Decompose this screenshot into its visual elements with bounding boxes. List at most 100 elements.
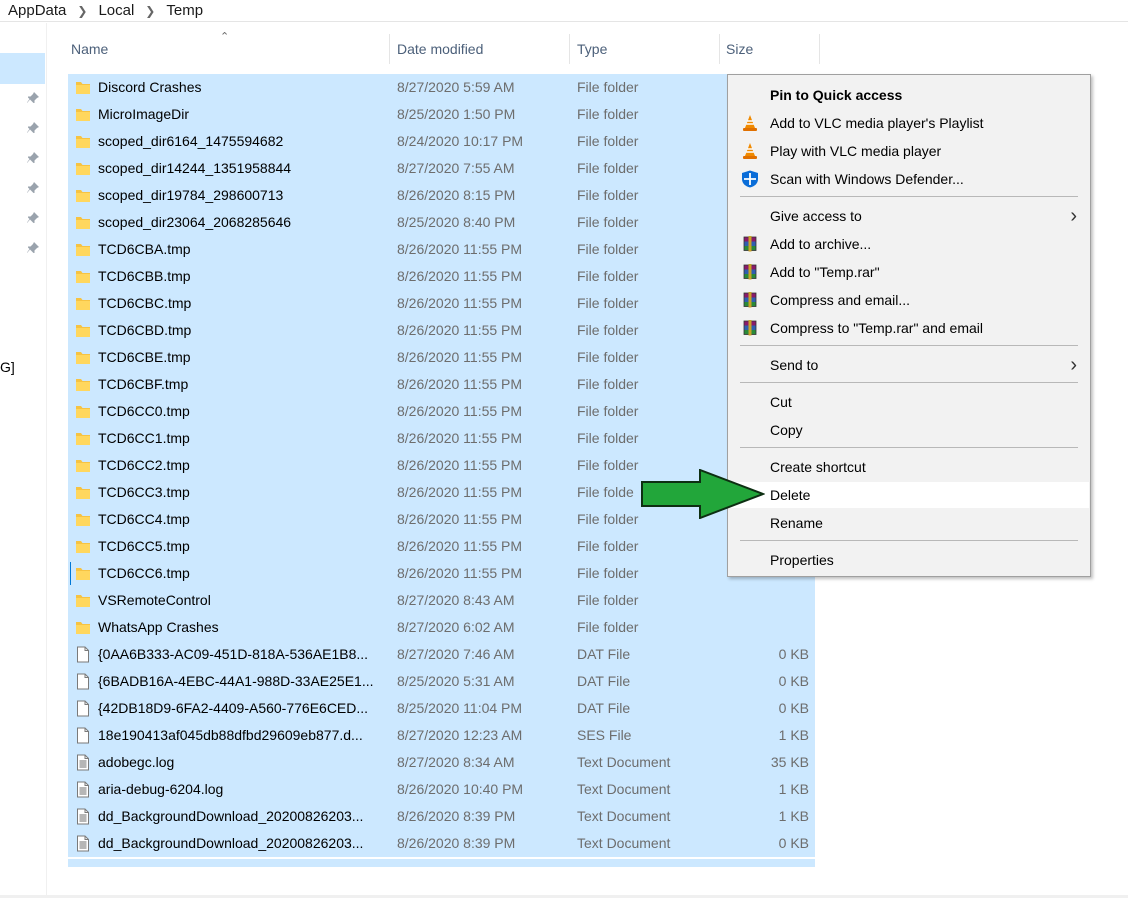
file-row[interactable]: 18e190413af045db88dfbd29609eb877.d... 8/2… [68, 722, 815, 749]
menu-item-create-shortcut[interactable]: Create shortcut [729, 454, 1089, 480]
menu-item-label: Send to [770, 357, 819, 373]
file-row[interactable]: Discord Crashes 8/27/2020 5:59 AM File fol… [68, 74, 815, 101]
file-row[interactable]: TCD6CBF.tmp 8/26/2020 11:55 PM File folder [68, 371, 815, 398]
file-row[interactable]: dd_BackgroundDownload_20200826203... 8/26… [68, 803, 815, 830]
nav-selected-item[interactable] [0, 53, 45, 84]
file-name: adobegc.log [98, 754, 175, 770]
file-type: File folder [577, 430, 639, 446]
file-date: 8/26/2020 11:55 PM [397, 484, 523, 500]
menu-item-label: Create shortcut [770, 459, 866, 475]
file-row[interactable]: TCD6CC1.tmp 8/26/2020 11:55 PM File folder [68, 425, 815, 452]
column-header-name-label: Name [71, 41, 109, 57]
folder-icon [75, 538, 91, 555]
menu-item-delete[interactable]: Delete [729, 482, 1089, 508]
file-type: DAT File [577, 646, 631, 662]
menu-item-copy[interactable]: Copy [729, 417, 1089, 443]
file-name: TCD6CBF.tmp [98, 376, 189, 392]
file-row[interactable]: MicroImageDir 8/25/2020 1:50 PM File folde… [68, 101, 815, 128]
file-row[interactable]: scoped_dir14244_1351958844 8/27/2020 7:55… [68, 155, 815, 182]
menu-item-label: Add to "Temp.rar" [770, 264, 880, 280]
file-row[interactable]: aria-debug-6204.log 8/26/2020 10:40 PM Tex… [68, 776, 815, 803]
column-header-type-label: Type [577, 41, 608, 57]
nav-item-label-fragment[interactable]: G] [0, 359, 15, 375]
menu-item-give-access-to[interactable]: Give access to › [729, 203, 1089, 229]
column-header-size[interactable]: Size [722, 34, 819, 64]
file-row[interactable]: scoped_dir19784_298600713 8/26/2020 8:15 … [68, 182, 815, 209]
chevron-right-icon[interactable]: ❯ [136, 4, 164, 18]
menu-separator [740, 540, 1078, 541]
pin-icon [27, 122, 39, 133]
file-date: 8/26/2020 11:55 PM [397, 538, 523, 554]
menu-item-rename[interactable]: Rename [729, 510, 1089, 536]
chevron-right-icon[interactable]: ❯ [68, 4, 96, 18]
menu-item-pin-to-quick-access[interactable]: Pin to Quick access [729, 82, 1089, 108]
file-type: File folder [577, 403, 639, 419]
file-type: Text Document [577, 781, 671, 797]
file-row[interactable]: WhatsApp Crashes 8/27/2020 6:02 AM File fo… [68, 614, 815, 641]
column-header-type[interactable]: Type [573, 34, 719, 64]
column-divider[interactable] [569, 34, 570, 64]
file-row[interactable]: TCD6CBD.tmp 8/26/2020 11:55 PM File folder [68, 317, 815, 344]
menu-item-compress-to-temp-rar-and-email[interactable]: Compress to "Temp.rar" and email [729, 315, 1089, 341]
file-icon [75, 673, 91, 690]
file-type: File folder [577, 349, 639, 365]
file-row[interactable]: TCD6CBE.tmp 8/26/2020 11:55 PM File folder [68, 344, 815, 371]
file-row[interactable]: TCD6CBC.tmp 8/26/2020 11:55 PM File folder [68, 290, 815, 317]
menu-item-add-to-vlc-media-player-s-playlist[interactable]: Add to VLC media player's Playlist [729, 110, 1089, 136]
folder-icon [75, 592, 91, 609]
file-row[interactable]: scoped_dir23064_2068285646 8/25/2020 8:40… [68, 209, 815, 236]
menu-item-add-to-temp-rar[interactable]: Add to "Temp.rar" [729, 259, 1089, 285]
file-row[interactable]: TCD6CC6.tmp 8/26/2020 11:55 PM File folder [68, 560, 815, 587]
file-size: 35 KB [770, 754, 809, 770]
file-type: File folder [577, 106, 639, 122]
menu-item-send-to[interactable]: Send to › [729, 352, 1089, 378]
menu-item-label: Properties [770, 552, 834, 568]
file-date: 8/24/2020 10:17 PM [397, 133, 524, 149]
menu-item-scan-with-windows-defender[interactable]: Scan with Windows Defender... [729, 166, 1089, 192]
folder-icon [75, 187, 91, 204]
file-row[interactable]: dd_BackgroundDownload_20200826203... 8/26… [68, 830, 815, 857]
file-type: DAT File [577, 673, 631, 689]
breadcrumb-temp[interactable]: Temp [164, 2, 205, 19]
file-date: 8/26/2020 10:40 PM [397, 781, 524, 797]
file-date: 8/26/2020 11:55 PM [397, 349, 523, 365]
column-divider[interactable] [819, 34, 820, 64]
file-row-partial[interactable] [68, 859, 815, 867]
breadcrumb-appdata[interactable]: AppData [6, 2, 68, 19]
menu-item-properties[interactable]: Properties [729, 547, 1089, 573]
text-document-icon [75, 808, 91, 825]
file-row[interactable]: {6BADB16A-4EBC-44A1-988D-33AE25E1... 8/25… [68, 668, 815, 695]
breadcrumb-local[interactable]: Local [96, 2, 136, 19]
menu-item-add-to-archive[interactable]: Add to archive... [729, 231, 1089, 257]
folder-icon [75, 349, 91, 366]
folder-icon [75, 241, 91, 258]
file-icon [75, 700, 91, 717]
menu-item-cut[interactable]: Cut [729, 389, 1089, 415]
file-type: File folder [577, 322, 639, 338]
file-name: {0AA6B333-AC09-451D-818A-536AE1B8... [98, 646, 369, 662]
column-divider[interactable] [719, 34, 720, 64]
file-date: 8/26/2020 11:55 PM [397, 565, 523, 581]
menu-item-compress-and-email[interactable]: Compress and email... [729, 287, 1089, 313]
file-date: 8/26/2020 11:55 PM [397, 376, 523, 392]
file-row[interactable]: TCD6CC5.tmp 8/26/2020 11:55 PM File folder [68, 533, 815, 560]
menu-item-play-with-vlc-media-player[interactable]: Play with VLC media player [729, 138, 1089, 164]
file-name: scoped_dir6164_1475594682 [98, 133, 284, 149]
file-row[interactable]: scoped_dir6164_1475594682 8/24/2020 10:17… [68, 128, 815, 155]
file-row[interactable]: TCD6CC0.tmp 8/26/2020 11:55 PM File folder [68, 398, 815, 425]
menu-item-label: Add to archive... [770, 236, 872, 252]
file-name: scoped_dir19784_298600713 [98, 187, 284, 203]
file-type: File folder [577, 160, 639, 176]
pane-divider [46, 23, 47, 898]
file-name: TCD6CBB.tmp [98, 268, 191, 284]
column-header-date-modified[interactable]: Date modified [393, 34, 569, 64]
green-arrow-annotation [641, 469, 765, 519]
file-row[interactable]: adobegc.log 8/27/2020 8:34 AM Text Documen… [68, 749, 815, 776]
folder-icon [75, 565, 91, 582]
file-row[interactable]: VSRemoteControl 8/27/2020 8:43 AM File fol… [68, 587, 815, 614]
file-row[interactable]: TCD6CBB.tmp 8/26/2020 11:55 PM File folder [68, 263, 815, 290]
column-divider[interactable] [389, 34, 390, 64]
file-row[interactable]: TCD6CBA.tmp 8/26/2020 11:55 PM File folder [68, 236, 815, 263]
file-row[interactable]: {42DB18D9-6FA2-4409-A560-776E6CED... 8/25… [68, 695, 815, 722]
file-row[interactable]: {0AA6B333-AC09-451D-818A-536AE1B8... 8/27… [68, 641, 815, 668]
